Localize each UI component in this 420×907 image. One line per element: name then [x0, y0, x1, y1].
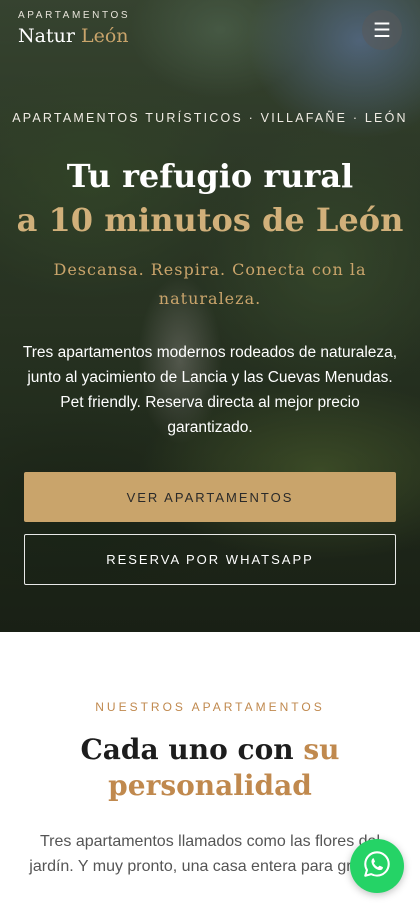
whatsapp-fab-button[interactable] [350, 839, 404, 893]
section-title: Cada uno con su personalidad [0, 732, 420, 804]
hero-section: APARTAMENTOS Natur León ☰ APARTAMENTOS T… [0, 0, 420, 632]
hero-description: Tres apartamentos modernos rodeados de n… [22, 344, 398, 436]
hero-eyebrow: APARTAMENTOS TURÍSTICOS · VILLAFAÑE · LE… [12, 111, 408, 125]
brand-logo[interactable]: Natur León [18, 25, 129, 47]
section-eyebrow: NUESTROS APARTAMENTOS [95, 700, 325, 714]
brand-word-natur: Natur [18, 25, 75, 47]
section-description: Tres apartamentos llamados como las flor… [29, 833, 391, 875]
hamburger-icon: ☰ [373, 19, 391, 42]
brand-word-leon: León [80, 25, 129, 47]
menu-button[interactable]: ☰ [362, 10, 402, 50]
whatsapp-icon [362, 849, 392, 884]
whatsapp-booking-button[interactable]: RESERVA POR WHATSAPP [24, 534, 396, 585]
hero-title: Tu refugio rural a 10 minutos de León [0, 154, 420, 242]
hero-title-line1: Tu refugio rural [66, 157, 354, 195]
hero-title-line2: a 10 minutos de León [16, 201, 404, 239]
brand-tagline: APARTAMENTOS [18, 10, 131, 21]
section-title-part1: Cada uno con [80, 733, 304, 766]
hero-subtitle: Descansa. Respira. Conecta con la natura… [53, 260, 367, 308]
view-apartments-button[interactable]: VER APARTAMENTOS [24, 472, 396, 522]
